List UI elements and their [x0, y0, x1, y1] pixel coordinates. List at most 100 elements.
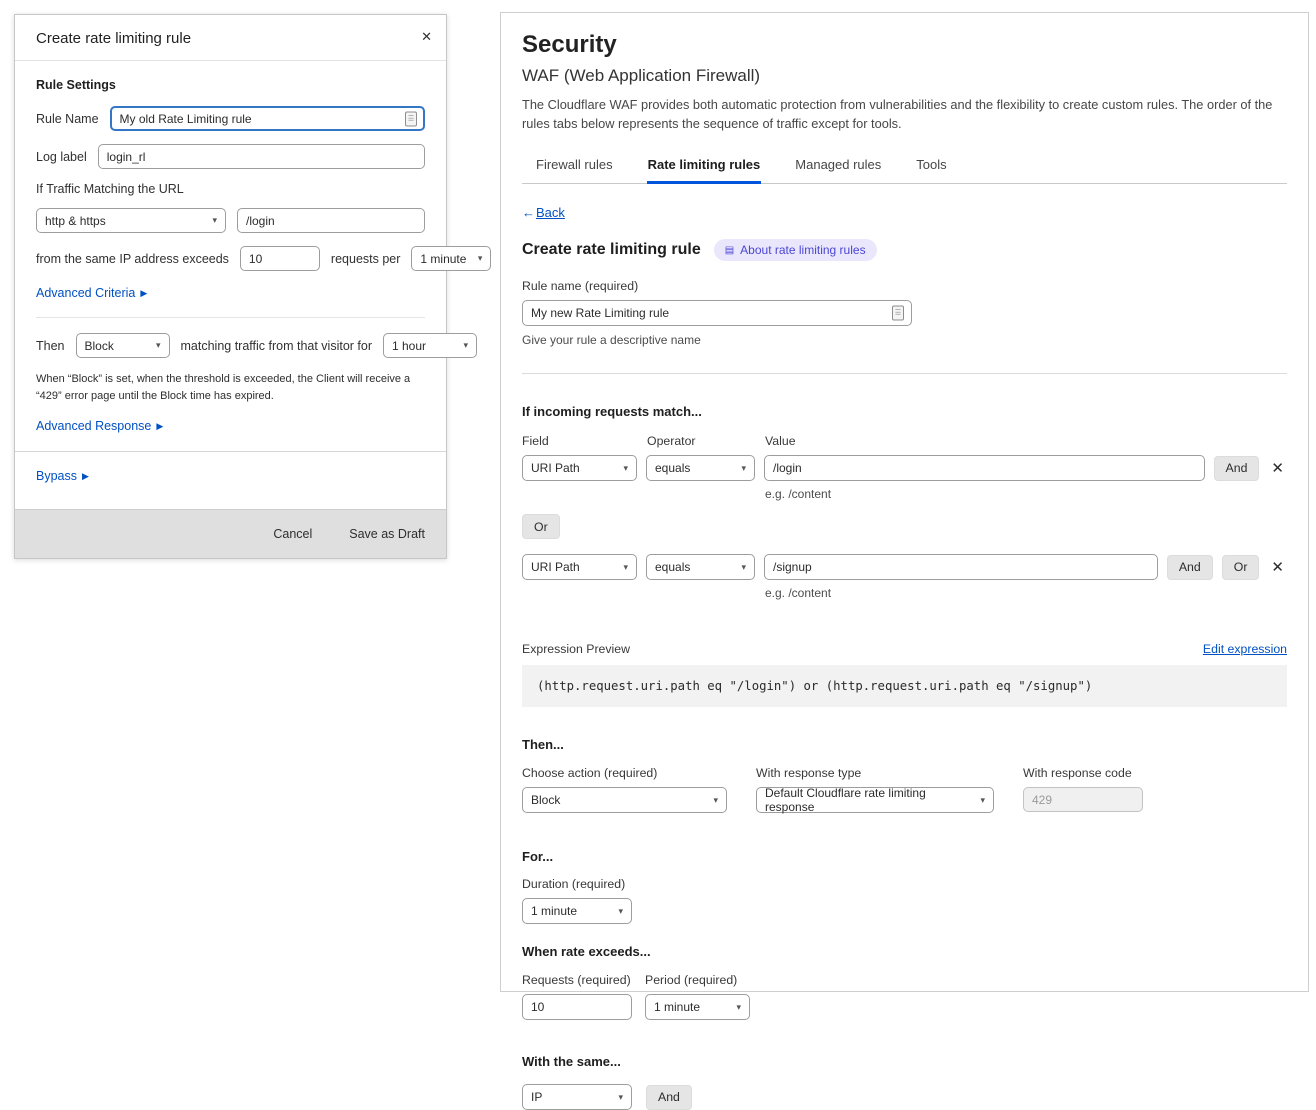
block-note: When “Block” is set, when the threshold …	[36, 371, 416, 405]
log-input-wrap	[98, 144, 425, 169]
duration-wrap: Duration (required) 1 minute ▾	[522, 877, 1287, 924]
field-column-label: Field	[522, 434, 647, 448]
divider	[522, 373, 1287, 374]
threshold-row: from the same IP address exceeds request…	[36, 246, 425, 271]
value-input[interactable]	[764, 455, 1205, 481]
operator-select[interactable]: equals ▾	[646, 554, 755, 580]
same-controls: IP ▾ And	[522, 1084, 1287, 1110]
field-select[interactable]: URI Path ▾	[522, 554, 637, 580]
same-heading: With the same...	[522, 1054, 1287, 1069]
url-input[interactable]	[237, 208, 425, 233]
field-select[interactable]: URI Path ▾	[522, 455, 637, 481]
tab-firewall-rules[interactable]: Firewall rules	[535, 152, 614, 183]
tab-tools[interactable]: Tools	[915, 152, 947, 183]
choose-action-label: Choose action (required)	[522, 766, 727, 780]
chevron-down-icon: ▾	[478, 253, 483, 264]
doc-icon: ▤	[725, 245, 734, 256]
page-subtitle: WAF (Web Application Firewall)	[522, 66, 1287, 86]
close-icon[interactable]: ✕	[421, 30, 432, 43]
then-heading: Then...	[522, 737, 1287, 752]
rate-controls: 1 minute ▾	[522, 994, 1287, 1020]
operator-column-label: Operator	[647, 434, 765, 448]
action-select[interactable]: Block ▾	[76, 333, 170, 358]
save-as-draft-button[interactable]: Save as Draft	[349, 527, 425, 541]
advanced-response-link[interactable]: Advanced Response ▶	[36, 419, 163, 433]
traffic-match-label: If Traffic Matching the URL	[36, 182, 425, 196]
tab-rate-limiting-rules[interactable]: Rate limiting rules	[647, 152, 762, 183]
advanced-criteria-link[interactable]: Advanced Criteria ▶	[36, 286, 147, 300]
autofill-icon[interactable]: ☰	[405, 111, 417, 126]
back-link[interactable]: ← Back	[522, 205, 565, 220]
response-type-column: With response type Default Cloudflare ra…	[756, 766, 994, 813]
log-label-input[interactable]	[98, 144, 425, 169]
rule-settings-heading: Rule Settings	[36, 78, 425, 92]
page-description: The Cloudflare WAF provides both automat…	[522, 95, 1287, 133]
or-connector-button[interactable]: Or	[522, 514, 560, 539]
period-select[interactable]: 1 minute ▾	[411, 246, 491, 271]
rule-name-hint: Give your rule a descriptive name	[522, 333, 1287, 347]
characteristic-select[interactable]: IP ▾	[522, 1084, 632, 1110]
security-waf-panel: Security WAF (Web Application Firewall) …	[500, 12, 1309, 992]
response-code-label: With response code	[1023, 766, 1143, 780]
remove-row-icon[interactable]: ✕	[1268, 459, 1287, 477]
bypass-section: Bypass ▶	[36, 452, 425, 503]
value-hint: e.g. /content	[765, 586, 1287, 600]
waf-tabs: Firewall rules Rate limiting rules Manag…	[522, 152, 1287, 184]
duration-select[interactable]: 1 minute ▾	[522, 898, 632, 924]
expression-preview-label: Expression Preview	[522, 642, 630, 656]
for-heading: For...	[522, 849, 1287, 864]
chevron-down-icon: ▾	[980, 795, 985, 806]
response-type-select[interactable]: Default Cloudflare rate limiting respons…	[756, 787, 994, 813]
duration-select[interactable]: 1 hour ▾	[383, 333, 477, 358]
expression-code: (http.request.uri.path eq "/login") or (…	[522, 665, 1287, 707]
chevron-down-icon: ▾	[618, 1092, 623, 1103]
chevron-down-icon: ▾	[212, 215, 217, 226]
autofill-icon[interactable]: ☰	[892, 306, 904, 321]
form-title: Create rate limiting rule	[522, 241, 701, 259]
or-button[interactable]: Or	[1222, 555, 1260, 580]
arrow-left-icon: ←	[522, 205, 535, 220]
duration-label: Duration (required)	[522, 877, 1287, 891]
about-rate-limiting-badge[interactable]: ▤ About rate limiting rules	[714, 239, 877, 261]
caret-right-icon: ▶	[140, 289, 147, 298]
modal-header: Create rate limiting rule ✕	[15, 15, 446, 61]
modal-title: Create rate limiting rule	[36, 30, 191, 47]
caret-right-icon: ▶	[156, 422, 163, 431]
period-label: Period (required)	[645, 973, 737, 987]
url-input-wrap	[237, 208, 425, 233]
url-match-row: http & https ▾	[36, 208, 425, 233]
tab-managed-rules[interactable]: Managed rules	[794, 152, 882, 183]
chevron-down-icon: ▾	[741, 463, 746, 474]
edit-expression-link[interactable]: Edit expression	[1203, 642, 1287, 656]
match-column-labels: Field Operator Value	[522, 434, 1287, 448]
action-column: Choose action (required) Block ▾	[522, 766, 727, 813]
and-button[interactable]: And	[1214, 456, 1260, 481]
value-hint: e.g. /content	[765, 487, 1287, 501]
exceeds-prefix-label: from the same IP address exceeds	[36, 252, 229, 266]
bypass-link[interactable]: Bypass ▶	[36, 469, 89, 483]
log-label-row: Log label	[36, 144, 425, 169]
requests-input[interactable]	[522, 994, 632, 1020]
form-title-row: Create rate limiting rule ▤ About rate l…	[522, 239, 1287, 261]
and-characteristic-button[interactable]: And	[646, 1085, 692, 1110]
response-code-input	[1023, 787, 1143, 812]
expression-preview-row: Expression Preview Edit expression	[522, 642, 1287, 656]
requests-input[interactable]	[240, 246, 320, 271]
remove-row-icon[interactable]: ✕	[1268, 558, 1287, 576]
rule-name-label: Rule name (required)	[522, 279, 1287, 293]
cancel-button[interactable]: Cancel	[273, 527, 312, 541]
action-select[interactable]: Block ▾	[522, 787, 727, 813]
rule-name-input[interactable]	[522, 300, 912, 326]
modal-footer: Cancel Save as Draft	[15, 509, 446, 558]
divider	[36, 317, 425, 318]
scheme-select[interactable]: http & https ▾	[36, 208, 226, 233]
chevron-down-icon: ▾	[736, 1002, 741, 1013]
chevron-down-icon: ▾	[156, 340, 161, 351]
operator-select[interactable]: equals ▾	[646, 455, 755, 481]
period-select[interactable]: 1 minute ▾	[645, 994, 750, 1020]
value-column-label: Value	[765, 434, 796, 448]
and-button[interactable]: And	[1167, 555, 1213, 580]
rule-name-input[interactable]	[110, 106, 425, 131]
value-input[interactable]	[764, 554, 1158, 580]
modal-body: Rule Settings Rule Name ☰ Log label If T…	[15, 61, 446, 509]
